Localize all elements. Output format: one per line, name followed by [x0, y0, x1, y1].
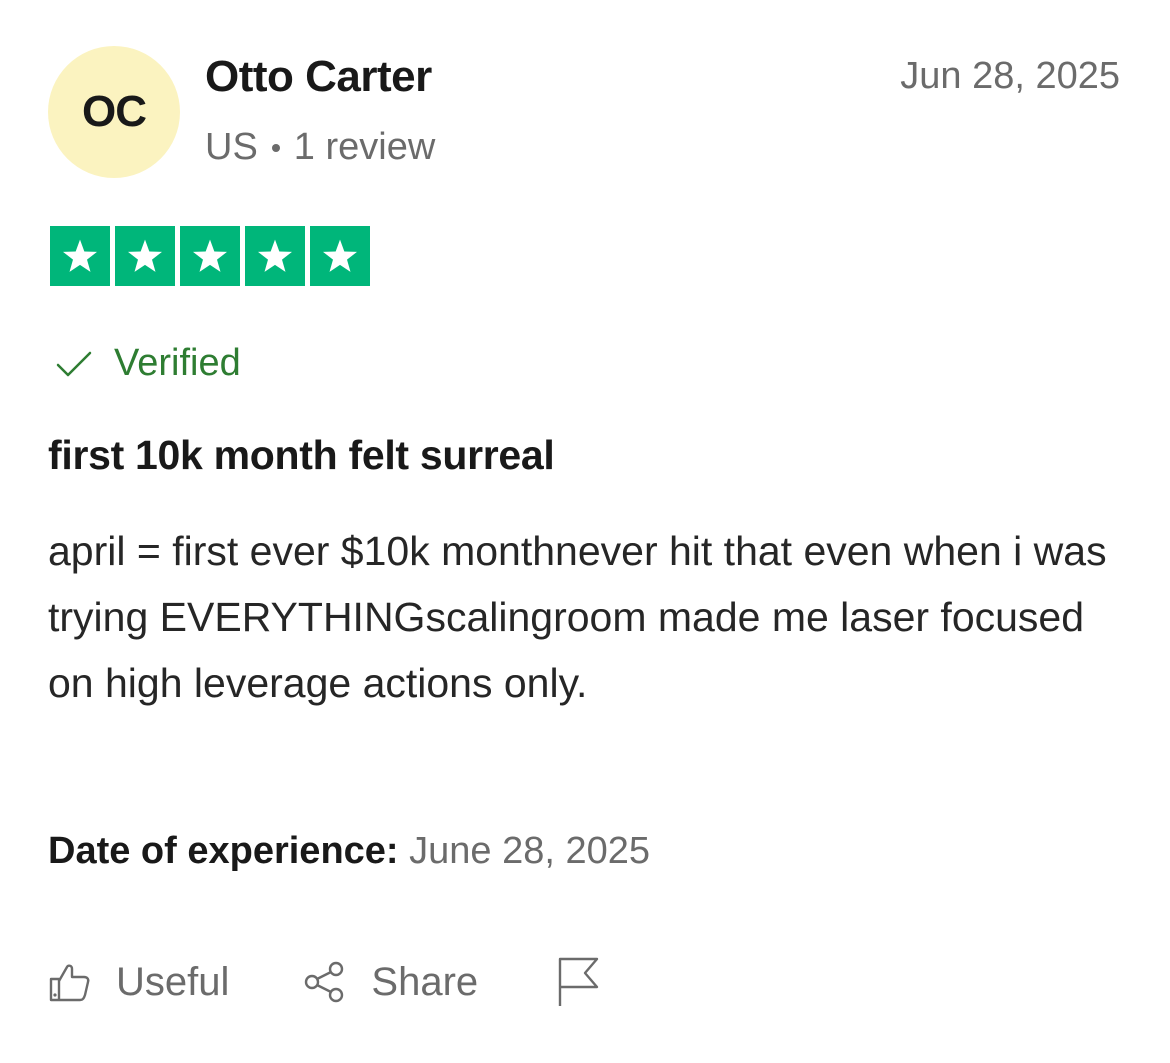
star-icon	[115, 226, 175, 286]
avatar-initials: OC	[82, 87, 147, 136]
experience-date: June 28, 2025	[409, 830, 651, 872]
useful-label: Useful	[116, 959, 230, 1004]
star-icon	[50, 226, 110, 286]
report-button[interactable]	[556, 956, 624, 1008]
verified-label: Verified	[114, 342, 241, 384]
reviewer-meta: US 1 review	[205, 126, 435, 169]
useful-button[interactable]: Useful	[48, 960, 229, 1005]
avatar[interactable]: OC	[48, 46, 180, 178]
reviewer-country: US	[205, 126, 258, 168]
flag-icon	[558, 957, 599, 1006]
star-icon	[180, 226, 240, 286]
check-icon	[56, 351, 92, 376]
review-title: first 10k month felt surreal	[48, 432, 555, 478]
separator-dot	[271, 143, 280, 152]
star-rating	[50, 226, 370, 286]
reviewer-name[interactable]: Otto Carter	[205, 52, 432, 102]
share-button[interactable]: Share	[303, 960, 478, 1005]
share-label: Share	[371, 959, 479, 1004]
review-actions: Useful Share	[48, 956, 624, 1008]
review-card: OC Otto Carter US 1 review Jun 28, 2025 …	[0, 0, 1170, 1063]
share-icon	[305, 961, 344, 1003]
star-icon	[310, 226, 370, 286]
review-body: april = first ever $10k monthnever hit t…	[48, 528, 1107, 706]
date-of-experience: Date of experience: June 28, 2025	[48, 830, 650, 873]
experience-label: Date of experience:	[48, 830, 399, 872]
review-date: Jun 28, 2025	[900, 55, 1120, 97]
verified-badge[interactable]: Verified	[54, 342, 241, 385]
thumbs-up-icon	[49, 964, 90, 1002]
reviewer-review-count: 1 review	[293, 126, 436, 168]
star-icon	[245, 226, 305, 286]
